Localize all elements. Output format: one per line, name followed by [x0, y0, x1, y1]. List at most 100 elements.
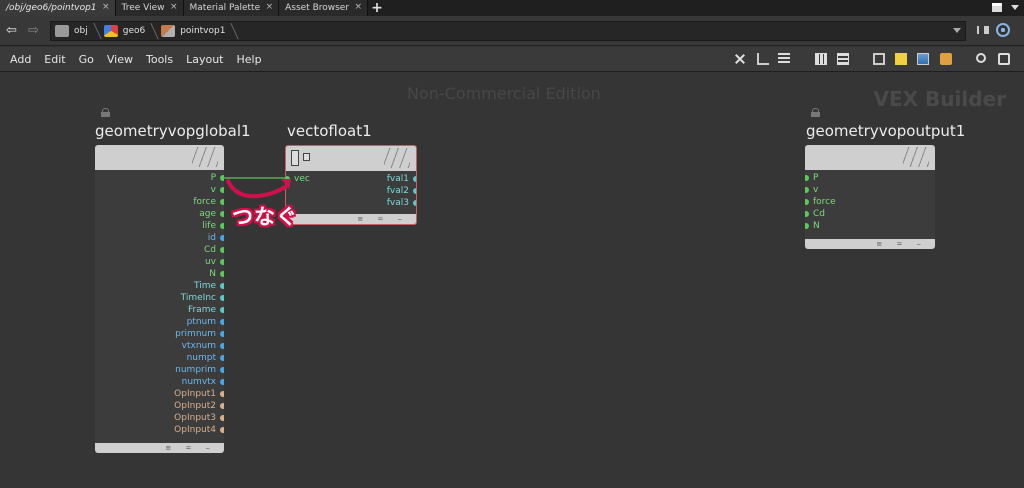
- grid-icon[interactable]: [837, 53, 849, 65]
- output-port[interactable]: numpt: [95, 352, 224, 364]
- output-port[interactable]: vtxnum: [95, 340, 224, 352]
- tab-asset-browser[interactable]: Asset Browser ×: [279, 0, 369, 16]
- menu-view[interactable]: View: [107, 53, 133, 66]
- close-icon[interactable]: ×: [170, 2, 178, 12]
- output-port[interactable]: fval3: [346, 197, 416, 209]
- close-icon[interactable]: ×: [266, 2, 274, 12]
- node-title-global[interactable]: geometryvopglobal1: [95, 122, 251, 140]
- eye-icon[interactable]: [998, 53, 1010, 65]
- chevron-down-icon[interactable]: [953, 28, 961, 33]
- output-port[interactable]: N: [95, 268, 224, 280]
- output-port[interactable]: Frame: [95, 304, 224, 316]
- close-icon[interactable]: ×: [355, 2, 363, 12]
- menu-layout[interactable]: Layout: [186, 53, 223, 66]
- picture-icon[interactable]: [917, 53, 929, 65]
- port-connector[interactable]: [220, 199, 224, 205]
- crumb-obj[interactable]: obj: [51, 22, 100, 40]
- port-connector[interactable]: [220, 283, 224, 289]
- port-connector[interactable]: [220, 367, 224, 373]
- tab-pointvop1[interactable]: /obj/geo6/pointvop1 ×: [0, 0, 116, 16]
- port-connector[interactable]: [220, 295, 224, 301]
- node-header[interactable]: [805, 145, 935, 170]
- port-connector[interactable]: [220, 307, 224, 313]
- menu-add[interactable]: Add: [10, 53, 31, 66]
- port-connector[interactable]: [413, 188, 416, 194]
- list-icon[interactable]: [778, 53, 790, 65]
- output-port[interactable]: primnum: [95, 328, 224, 340]
- output-port[interactable]: TimeInc: [95, 292, 224, 304]
- image-icon[interactable]: [873, 53, 885, 65]
- port-connector[interactable]: [220, 271, 224, 277]
- input-port[interactable]: force: [805, 196, 883, 208]
- forward-arrow-icon[interactable]: ⇨: [28, 24, 39, 37]
- port-connector[interactable]: [805, 187, 809, 193]
- node-header[interactable]: [95, 145, 224, 170]
- output-port[interactable]: Time: [95, 280, 224, 292]
- output-port[interactable]: age: [95, 208, 224, 220]
- port-connector[interactable]: [220, 235, 224, 241]
- output-port[interactable]: OpInput4: [95, 424, 224, 436]
- port-connector[interactable]: [220, 343, 224, 349]
- output-port[interactable]: life: [95, 220, 224, 232]
- port-connector[interactable]: [413, 200, 416, 206]
- port-connector[interactable]: [220, 319, 224, 325]
- tab-tree-view[interactable]: Tree View ×: [115, 0, 184, 16]
- port-connector[interactable]: [220, 415, 224, 421]
- grid-icon[interactable]: [815, 53, 827, 65]
- menu-help[interactable]: Help: [237, 53, 262, 66]
- port-connector[interactable]: [805, 223, 809, 229]
- output-port[interactable]: OpInput2: [95, 400, 224, 412]
- port-connector[interactable]: [220, 223, 224, 229]
- breadcrumb[interactable]: obj geo6 pointvop1: [50, 21, 966, 41]
- port-connector[interactable]: [220, 391, 224, 397]
- output-port[interactable]: uv: [95, 256, 224, 268]
- menu-tools[interactable]: Tools: [146, 53, 173, 66]
- input-port[interactable]: P: [805, 172, 883, 184]
- crumb-pointvop1[interactable]: pointvop1: [157, 22, 237, 40]
- port-connector[interactable]: [220, 175, 224, 181]
- target-icon[interactable]: [996, 23, 1010, 37]
- output-port[interactable]: P: [95, 172, 224, 184]
- port-connector[interactable]: [805, 211, 809, 217]
- port-connector[interactable]: [220, 247, 224, 253]
- output-port[interactable]: numprim: [95, 364, 224, 376]
- lock-icon[interactable]: [811, 108, 820, 117]
- port-connector[interactable]: [805, 175, 809, 181]
- input-port[interactable]: v: [805, 184, 883, 196]
- input-port[interactable]: Cd: [805, 208, 883, 220]
- port-connector[interactable]: [805, 199, 809, 205]
- pin-icon[interactable]: [977, 26, 989, 34]
- search-icon[interactable]: [976, 53, 986, 63]
- output-port[interactable]: force: [95, 196, 224, 208]
- output-port[interactable]: v: [95, 184, 224, 196]
- node-vectofloat1[interactable]: vec fval1 fval2 fval3 ≡ = ‒: [285, 145, 417, 225]
- tab-material-palette[interactable]: Material Palette ×: [183, 0, 280, 16]
- menu-edit[interactable]: Edit: [44, 53, 65, 66]
- port-connector[interactable]: [286, 176, 290, 182]
- port-connector[interactable]: [220, 211, 224, 217]
- note-icon[interactable]: [895, 53, 907, 65]
- tree-icon[interactable]: [757, 53, 769, 65]
- port-connector[interactable]: [220, 379, 224, 385]
- output-port[interactable]: OpInput3: [95, 412, 224, 424]
- input-port[interactable]: vec: [286, 173, 344, 185]
- tools-icon[interactable]: [734, 53, 746, 65]
- output-port[interactable]: numvtx: [95, 376, 224, 388]
- crumb-geo6[interactable]: geo6: [100, 22, 157, 40]
- output-port[interactable]: ptnum: [95, 316, 224, 328]
- node-header[interactable]: [286, 146, 416, 171]
- node-geometryvopoutput1[interactable]: Pv force Cd N ≡ = ‒: [805, 145, 935, 249]
- back-arrow-icon[interactable]: ⇦: [6, 24, 17, 37]
- port-connector[interactable]: [220, 427, 224, 433]
- output-port[interactable]: id: [95, 232, 224, 244]
- node-title-output[interactable]: geometryvopoutput1: [806, 122, 965, 140]
- flag-icon[interactable]: [303, 153, 310, 161]
- close-icon[interactable]: ×: [102, 2, 110, 12]
- port-connector[interactable]: [220, 403, 224, 409]
- node-geometryvopglobal1[interactable]: Pv force age life id Cd uv N Time TimeInc Frame ptn…: [95, 145, 224, 453]
- maximize-pane-icon[interactable]: [992, 3, 1002, 12]
- box-icon[interactable]: [940, 53, 952, 65]
- output-port[interactable]: fval2: [346, 185, 416, 197]
- add-tab-button[interactable]: +: [368, 0, 386, 16]
- chevron-down-icon[interactable]: [1011, 5, 1019, 10]
